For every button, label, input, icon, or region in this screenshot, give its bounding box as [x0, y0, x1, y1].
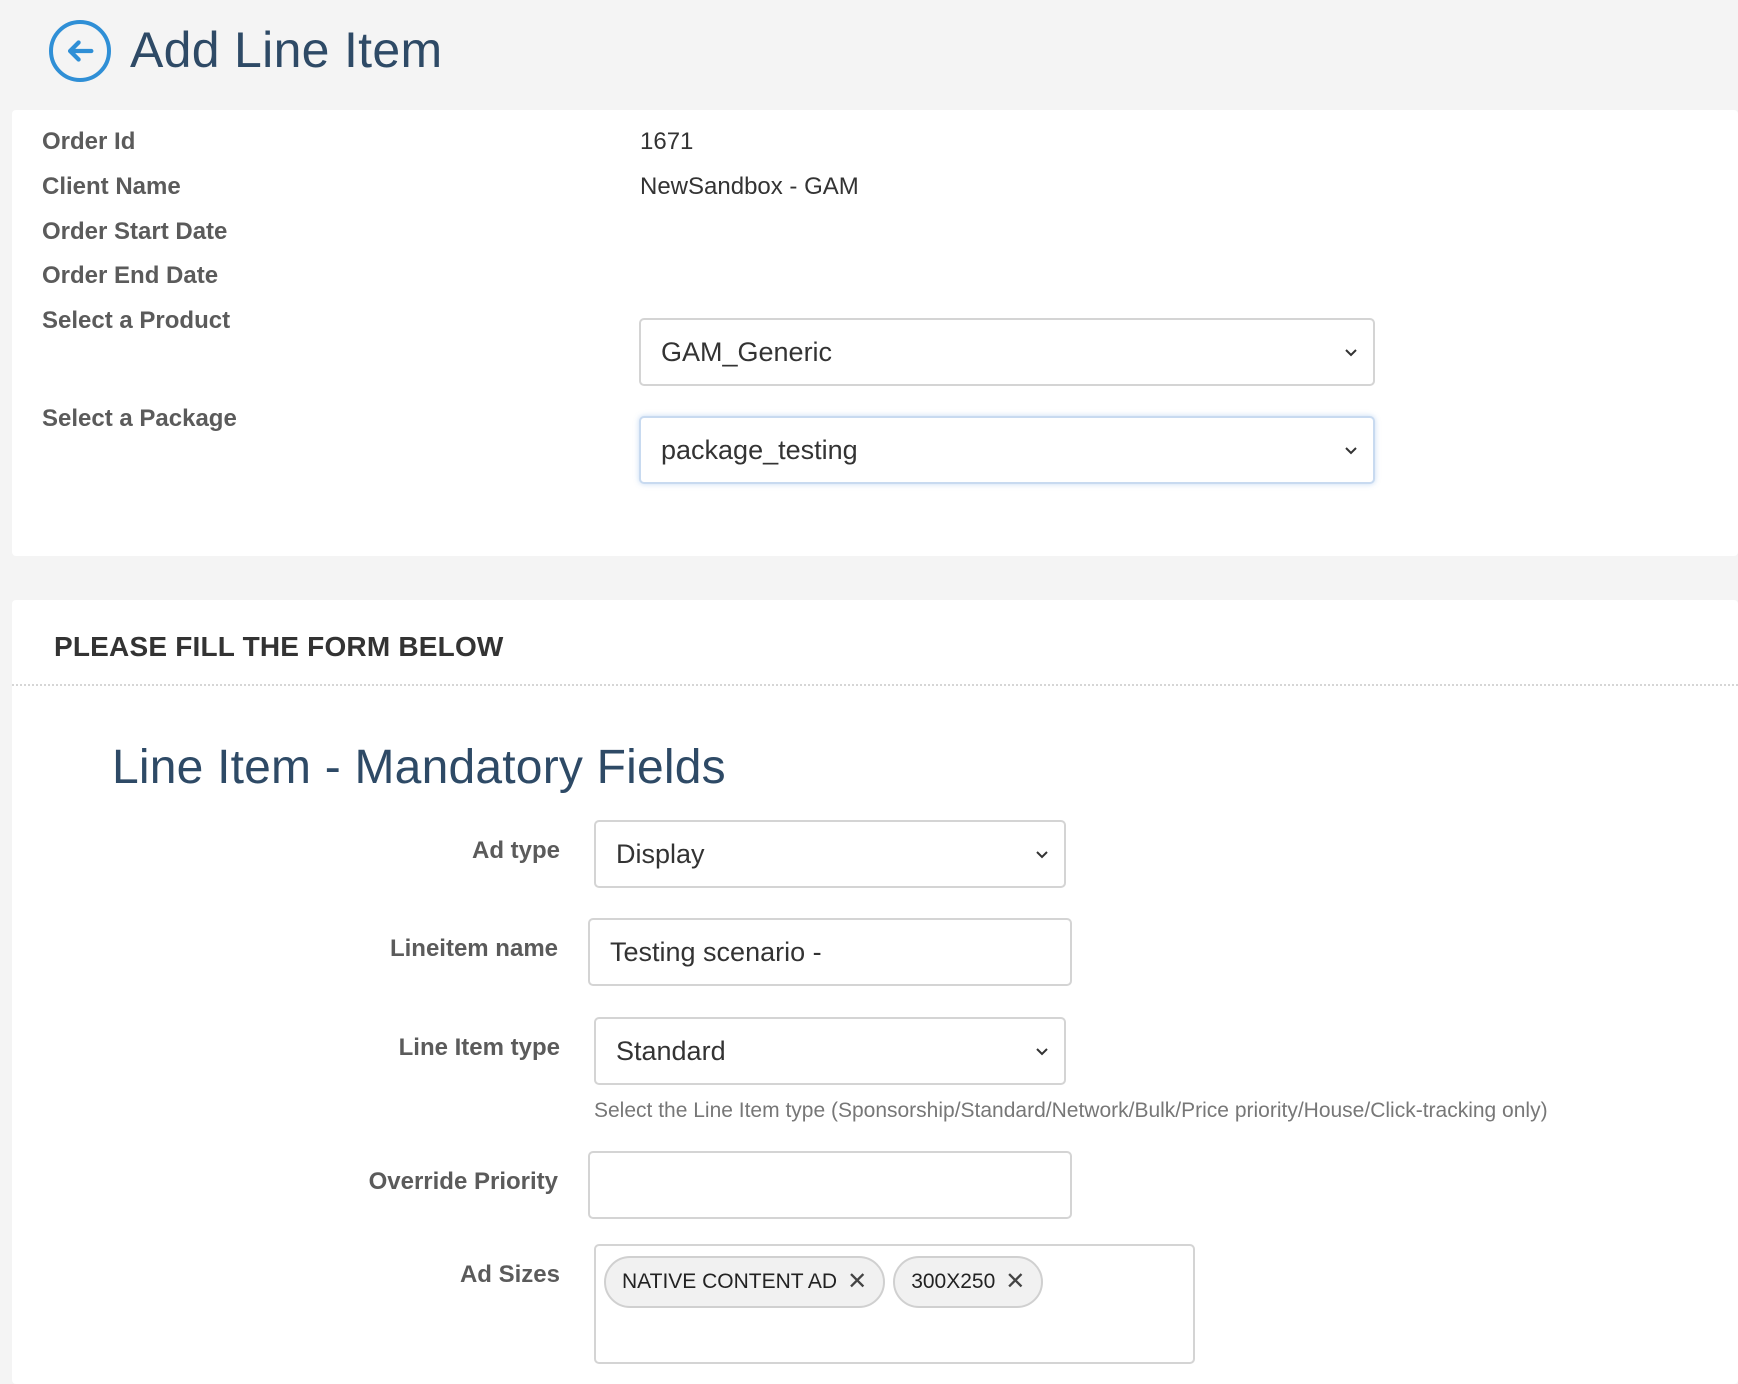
page-header: Add Line Item: [0, 0, 1738, 108]
lineitem-name-label: Lineitem name: [389, 935, 558, 962]
back-button[interactable]: [49, 20, 111, 82]
page-title: Add Line Item: [130, 22, 443, 78]
order-start-date-label: Order Start Date: [42, 218, 228, 245]
form-header: PLEASE FILL THE FORM BELOW: [54, 631, 504, 662]
remove-tag-icon[interactable]: ✕: [1005, 1270, 1025, 1294]
page: Add Line Item Order Id 1671 Client Name …: [0, 0, 1738, 1384]
chevron-down-icon: [1036, 851, 1048, 859]
select-product-label: Select a Product: [42, 307, 231, 334]
ad-size-tag-label: NATIVE CONTENT AD: [622, 1270, 838, 1293]
client-name-value: NewSandbox - GAM: [640, 173, 859, 200]
lineitem-name-value: Testing scenario -: [610, 936, 822, 967]
override-priority-label: Override Priority: [368, 1168, 558, 1195]
line-item-type-value: Standard: [616, 1035, 726, 1066]
override-priority-input[interactable]: [588, 1151, 1072, 1219]
order-id-value: 1671: [640, 128, 694, 155]
line-item-type-select[interactable]: Standard: [594, 1017, 1066, 1085]
line-item-type-help: Select the Line Item type (Sponsorship/S…: [594, 1099, 1548, 1122]
line-item-type-label: Line Item type: [398, 1034, 560, 1061]
client-name-label: Client Name: [42, 173, 181, 200]
remove-tag-icon[interactable]: ✕: [847, 1270, 867, 1294]
ad-sizes-multiselect[interactable]: NATIVE CONTENT AD ✕ 300X250 ✕: [594, 1244, 1195, 1364]
ad-size-tag-label: 300X250: [911, 1270, 996, 1293]
product-select[interactable]: GAM_Generic: [639, 318, 1375, 386]
ad-type-label: Ad type: [471, 837, 560, 864]
order-end-date-label: Order End Date: [42, 262, 219, 289]
chevron-down-icon: [1345, 349, 1357, 357]
order-info-card: Order Id 1671 Client Name NewSandbox - G…: [12, 110, 1738, 556]
order-id-label: Order Id: [42, 128, 136, 155]
ad-size-tag: NATIVE CONTENT AD ✕: [604, 1256, 886, 1308]
lineitem-name-input[interactable]: Testing scenario -: [588, 918, 1072, 986]
chevron-down-icon: [1345, 447, 1357, 455]
select-package-label: Select a Package: [42, 405, 237, 432]
ad-size-tag: 300X250 ✕: [893, 1256, 1044, 1308]
ad-type-select[interactable]: Display: [594, 820, 1066, 888]
section-title: Line Item - Mandatory Fields: [112, 741, 726, 794]
package-select-value: package_testing: [661, 434, 858, 465]
package-select[interactable]: package_testing: [639, 416, 1375, 484]
ad-type-value: Display: [616, 838, 705, 869]
chevron-down-icon: [1036, 1048, 1048, 1056]
divider: [12, 684, 1738, 686]
product-select-value: GAM_Generic: [661, 336, 833, 367]
ad-sizes-label: Ad Sizes: [459, 1261, 560, 1288]
line-item-form-card: PLEASE FILL THE FORM BELOW Line Item - M…: [12, 600, 1738, 1384]
arrow-left-icon: [67, 40, 94, 62]
